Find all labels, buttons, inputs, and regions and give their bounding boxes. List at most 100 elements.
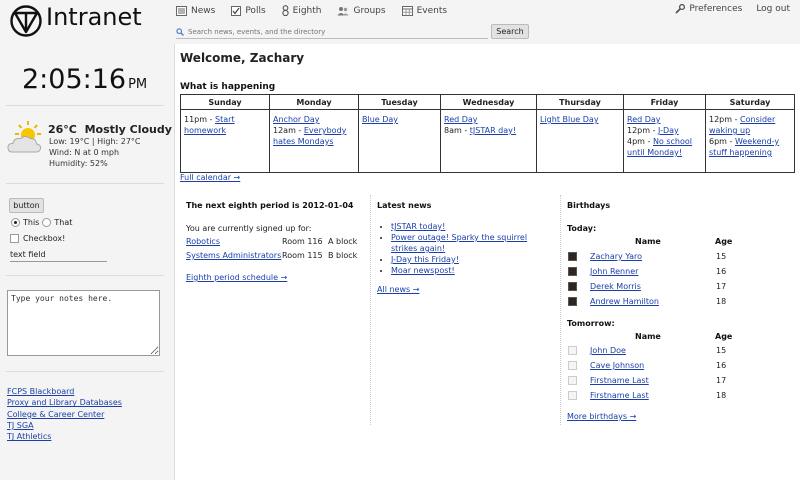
eighth-block: B block bbox=[328, 251, 358, 260]
event-link[interactable]: Light Blue Day bbox=[540, 115, 599, 124]
event-link[interactable]: Blue Day bbox=[362, 115, 398, 124]
search-button[interactable]: Search bbox=[491, 24, 529, 39]
calendar-day-cell: Red Day 8am - tJSTAR day! bbox=[440, 109, 537, 173]
eighth-room: Room 115 bbox=[282, 251, 323, 260]
full-calendar-link[interactable]: Full calendar → bbox=[180, 173, 240, 182]
birthday-row: Zachary Yaro 15 bbox=[568, 251, 726, 262]
logout-link[interactable]: Log out bbox=[756, 4, 790, 14]
event-link[interactable]: Anchor Day bbox=[273, 115, 320, 124]
calendar-event: Red Day bbox=[444, 114, 533, 125]
birthday-age: 17 bbox=[716, 376, 727, 385]
notes-textarea[interactable]: Type your notes here. bbox=[7, 290, 160, 356]
link-college-career[interactable]: College & Career Center bbox=[7, 409, 122, 420]
partly-cloudy-icon bbox=[7, 121, 42, 153]
birthday-row: Firstname Last 17 bbox=[568, 375, 726, 386]
nav-item-groups[interactable]: Groups bbox=[337, 4, 386, 17]
today-label: Today: bbox=[567, 224, 597, 233]
nav-label: News bbox=[191, 5, 216, 16]
clock-time: 2:05:16 bbox=[22, 64, 127, 95]
nav-label: Eighth bbox=[292, 5, 322, 16]
radio-this-label: This bbox=[23, 218, 40, 227]
news-title: Latest news bbox=[377, 201, 432, 210]
event-time: 8am - bbox=[444, 126, 470, 135]
news-link[interactable]: tJSTAR today! bbox=[391, 222, 445, 231]
nav-item-events[interactable]: Events bbox=[401, 4, 447, 17]
sidebar-divider bbox=[6, 275, 164, 276]
nav-item-eighth[interactable]: Eighth bbox=[281, 4, 322, 17]
link-proxy-library[interactable]: Proxy and Library Databases bbox=[7, 397, 122, 408]
preferences-link[interactable]: Preferences bbox=[675, 4, 742, 14]
event-link[interactable]: J-Day bbox=[658, 126, 679, 135]
eighth-activity-link[interactable]: Robotics bbox=[186, 237, 282, 246]
polls-icon bbox=[231, 5, 242, 16]
calendar-day-header: Friday bbox=[623, 94, 706, 110]
birthday-name-link[interactable]: Derek Morris bbox=[590, 282, 716, 291]
news-item: tJSTAR today! bbox=[391, 221, 541, 232]
eighth-title: The next eighth period is 2012-01-04 bbox=[186, 201, 354, 210]
calendar-day-header: Tuesday bbox=[358, 94, 441, 110]
nav-item-news[interactable]: News bbox=[176, 4, 215, 17]
news-link[interactable]: Power outage! Sparky the squirrel strike… bbox=[391, 233, 527, 253]
eighth-schedule-link[interactable]: Eighth period schedule → bbox=[186, 273, 287, 282]
eighth-icon bbox=[281, 5, 289, 16]
main-nav: News Polls Eighth Groups Events bbox=[176, 4, 463, 17]
event-link[interactable]: tJSTAR day! bbox=[470, 126, 516, 135]
news-link[interactable]: J-Day this Friday! bbox=[391, 255, 459, 264]
brand-title[interactable]: Intranet bbox=[46, 3, 142, 31]
news-link[interactable]: Moar newspost! bbox=[391, 266, 455, 275]
demo-checkbox[interactable] bbox=[10, 234, 19, 243]
birthday-name-link[interactable]: John Doe bbox=[590, 346, 716, 355]
radio-that[interactable] bbox=[42, 218, 52, 227]
calendar-event: 12pm - J-Day bbox=[627, 125, 702, 136]
news-list: tJSTAR today! Power outage! Sparky the s… bbox=[391, 221, 541, 276]
sidebar: 2:05:16 PM 26°C Mostly Cloudy Low: 19°C |… bbox=[0, 44, 175, 480]
calendar-day-cell: 12pm - Consider waking up 6pm - Weekend-y… bbox=[705, 109, 795, 173]
intranet-logo-icon[interactable] bbox=[10, 5, 42, 37]
birthday-name-link[interactable]: Zachary Yaro bbox=[590, 252, 716, 261]
eighth-activity-link[interactable]: Systems Administrators bbox=[186, 251, 282, 260]
demo-button[interactable]: button bbox=[9, 198, 44, 213]
name-column-header: Name bbox=[635, 332, 661, 341]
avatar bbox=[568, 376, 577, 385]
birthday-name-link[interactable]: Firstname Last bbox=[590, 391, 716, 400]
radio-this[interactable] bbox=[11, 218, 20, 227]
signed-up-text: You are currently signed up for: bbox=[186, 224, 312, 233]
demo-text-field[interactable] bbox=[10, 248, 107, 262]
weather-condition: Mostly Cloudy bbox=[84, 123, 172, 136]
birthday-name-link[interactable]: John Renner bbox=[590, 267, 716, 276]
calendar-day-cell: Anchor Day 12am - Everybody hates Mondays bbox=[269, 109, 359, 173]
calendar-day-header: Monday bbox=[269, 94, 359, 110]
eighth-activity-row: Systems AdministratorsRoom 115 B block bbox=[186, 251, 357, 260]
event-link[interactable]: Red Day bbox=[627, 115, 661, 124]
events-icon bbox=[401, 5, 413, 16]
calendar-event: Red Day bbox=[627, 114, 702, 125]
birthday-age: 16 bbox=[716, 267, 727, 276]
calendar-day-header: Saturday bbox=[705, 94, 795, 110]
link-tj-athletics[interactable]: TJ Athletics bbox=[7, 431, 122, 442]
birthday-name-link[interactable]: Cave Johnson bbox=[590, 361, 716, 370]
search-input[interactable] bbox=[184, 25, 474, 38]
calendar-header: Sunday Monday Tuesday Wednesday Thursday Frid… bbox=[180, 94, 795, 110]
weather-wind: Wind: N at 0 mph bbox=[49, 148, 120, 157]
event-time: 11pm - bbox=[184, 115, 216, 124]
birthday-age: 15 bbox=[716, 346, 727, 355]
birthday-row: Andrew Hamilton 18 bbox=[568, 296, 726, 307]
link-tj-sga[interactable]: TJ SGA bbox=[7, 420, 122, 431]
calendar-event: Light Blue Day bbox=[540, 114, 620, 125]
more-birthdays-link[interactable]: More birthdays → bbox=[567, 412, 636, 421]
birthday-name-link[interactable]: Firstname Last bbox=[590, 376, 716, 385]
name-column-header: Name bbox=[635, 237, 661, 246]
link-fcps-blackboard[interactable]: FCPS Blackboard bbox=[7, 386, 122, 397]
all-news-link[interactable]: All news → bbox=[377, 285, 419, 294]
avatar bbox=[568, 282, 577, 291]
eighth-block: A block bbox=[328, 237, 358, 246]
event-link[interactable]: Red Day bbox=[444, 115, 478, 124]
birthdays-title: Birthdays bbox=[567, 201, 611, 210]
calendar-day-header: Thursday bbox=[536, 94, 624, 110]
birthday-age: 17 bbox=[716, 282, 727, 291]
nav-item-polls[interactable]: Polls bbox=[231, 4, 266, 17]
birthday-name-link[interactable]: Andrew Hamilton bbox=[590, 297, 716, 306]
weather-temp: 26°C bbox=[48, 123, 77, 136]
event-time: 12pm - bbox=[709, 115, 741, 124]
event-time: 12pm - bbox=[627, 126, 659, 135]
